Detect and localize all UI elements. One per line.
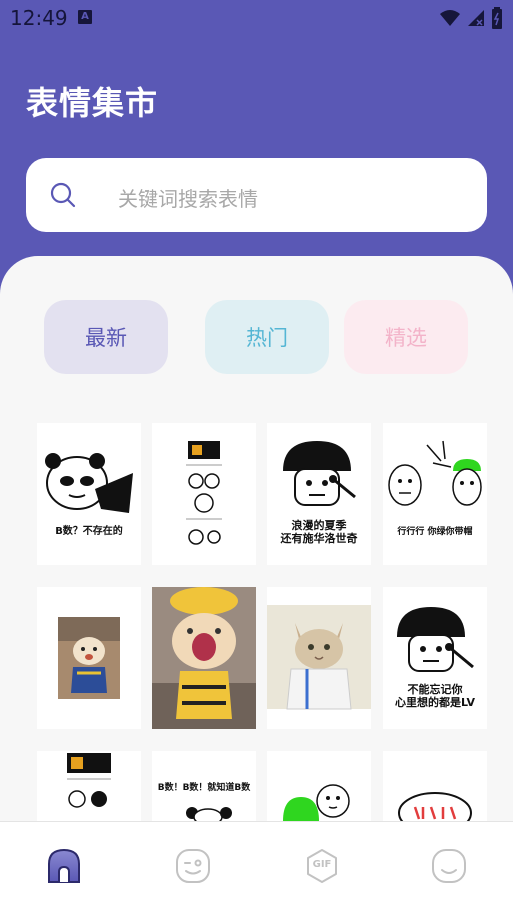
sticker-caption: 不能忘记你 心里想的都是LV — [383, 683, 487, 709]
cat-yellow-hat-photo-image — [152, 587, 256, 729]
dog-photo-image — [58, 617, 120, 699]
emoji-wink-icon[interactable] — [175, 848, 211, 884]
sticker-item[interactable] — [152, 423, 256, 565]
sticker-caption: 浪漫的夏季 还有施华洛世奇 — [267, 519, 371, 545]
sticker-item[interactable]: B数？不存在的 — [37, 423, 141, 565]
cat-doctor-photo-image — [267, 605, 371, 710]
signal-icon — [468, 10, 484, 26]
sticker-item[interactable] — [37, 587, 141, 729]
caption-line: 心里想的都是LV — [394, 696, 475, 710]
comic-strip-meme-image — [186, 441, 222, 545]
sticker-caption: B数？不存在的 — [55, 526, 123, 537]
search-icon — [50, 182, 76, 208]
search-placeholder: 关键词搜索表情 — [118, 187, 258, 211]
caption-line: 不能忘记你 — [407, 683, 463, 696]
app-title: 表情集市 — [26, 84, 159, 122]
sticker-item[interactable]: 浪漫的夏季 还有施华洛世奇 — [267, 423, 371, 565]
status-bar: 12:49 A — [0, 0, 513, 34]
sticker-caption: 行行行 你绿你带帽 — [397, 527, 473, 537]
notification-icon: A — [78, 10, 92, 24]
tab-pick[interactable]: 精选 — [344, 300, 468, 374]
status-time: 12:49 — [10, 6, 68, 30]
sticker-item[interactable] — [152, 587, 256, 729]
gif-icon[interactable]: GIF — [304, 848, 340, 884]
search-input[interactable]: 关键词搜索表情 — [26, 158, 487, 232]
panda-meme-image — [45, 453, 133, 513]
caption-line: 浪漫的夏季 — [291, 519, 347, 532]
sticker-item[interactable]: 不能忘记你 心里想的都是LV — [383, 587, 487, 729]
battery-icon — [492, 7, 502, 29]
gif-label: GIF — [312, 859, 332, 870]
smile-icon[interactable] — [431, 848, 467, 884]
tab-latest[interactable]: 最新 — [44, 300, 168, 374]
tab-hot[interactable]: 热门 — [205, 300, 329, 374]
green-hat-meme-image — [388, 440, 482, 506]
bottom-nav: GIF — [0, 821, 513, 912]
wifi-icon — [440, 10, 460, 26]
status-icons — [439, 7, 503, 29]
caption-line: 还有施华洛世奇 — [280, 532, 358, 546]
sticker-item[interactable]: 行行行 你绿你带帽 — [383, 423, 487, 565]
home-icon[interactable] — [46, 848, 82, 884]
sticker-item[interactable] — [267, 587, 371, 729]
